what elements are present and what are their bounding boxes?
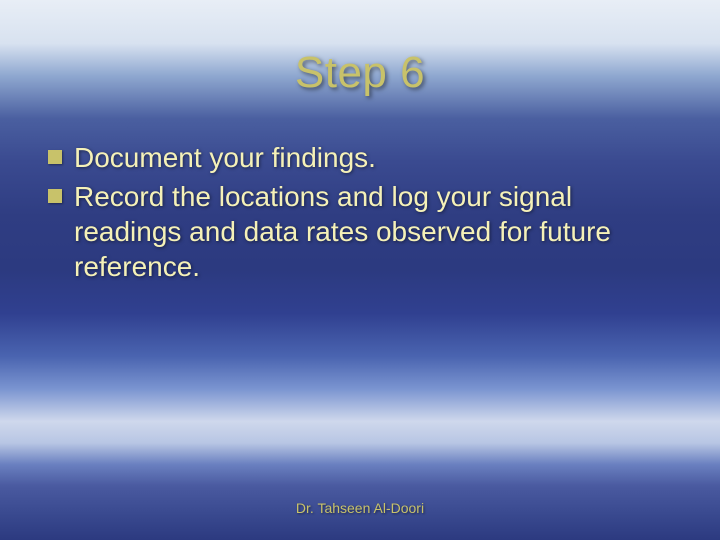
square-bullet-icon [48, 189, 62, 203]
bullet-item: Document your findings. [48, 140, 680, 175]
bullet-item: Record the locations and log your signal… [48, 179, 680, 284]
slide-footer-author: Dr. Tahseen Al-Doori [0, 500, 720, 516]
slide-body: Document your findings. Record the locat… [48, 140, 680, 288]
slide-title: Step 6 [0, 48, 720, 98]
bullet-text: Record the locations and log your signal… [74, 179, 680, 284]
square-bullet-icon [48, 150, 62, 164]
slide: Step 6 Document your findings. Record th… [0, 0, 720, 540]
bullet-text: Document your findings. [74, 140, 680, 175]
